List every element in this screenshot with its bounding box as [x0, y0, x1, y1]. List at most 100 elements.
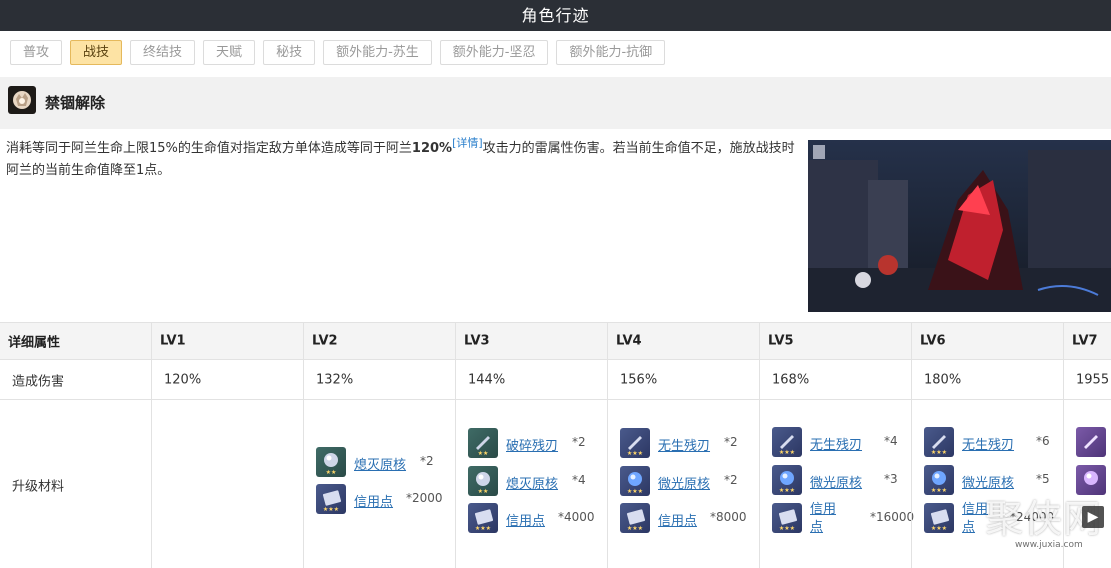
damage-label: 造成伤害	[12, 374, 65, 389]
materials-lv7	[1063, 400, 1111, 568]
material-item: ★★★ 无生残刃 *2	[620, 428, 760, 458]
material-name-link[interactable]: 信用点	[354, 491, 393, 510]
page-title: 角色行迹	[0, 0, 1111, 31]
material-name-link[interactable]: 信用点	[962, 501, 992, 537]
material-qty: *2	[572, 435, 586, 449]
material-name-link[interactable]: 信用点	[506, 510, 545, 529]
material-qty: *4	[572, 473, 586, 487]
tab-skill[interactable]: 战技	[70, 40, 123, 65]
tab-ultimate[interactable]: 终结技	[130, 40, 196, 65]
credit-card-icon: ★★★	[316, 484, 346, 514]
damage-value: 120%	[164, 372, 202, 387]
material-qty: *2	[724, 435, 738, 449]
material-name-link[interactable]: 无生残刃	[962, 434, 1014, 453]
level-header: LV2	[312, 333, 338, 349]
material-qty: *2000	[406, 491, 443, 505]
core-orb-icon: ★★★	[924, 465, 954, 495]
material-qty: *4000	[558, 510, 595, 524]
tab-bonus-revive[interactable]: 额外能力-苏生	[323, 40, 432, 65]
material-name-link[interactable]: 微光原核	[962, 472, 1014, 491]
tab-bonus-resist[interactable]: 额外能力-抗御	[556, 40, 666, 65]
material-qty: *24000	[1010, 510, 1055, 524]
material-name-link[interactable]: 熄灭原核	[506, 473, 558, 492]
credit-card-icon: ★★★	[468, 503, 498, 533]
materials-label: 升级材料	[12, 479, 65, 494]
damage-value: 1955	[1076, 372, 1110, 387]
material-qty: *8000	[710, 510, 747, 524]
attribute-table: 详细属性 LV1 LV2 LV3 LV4 LV5 LV6 LV7 造成伤害 12…	[0, 322, 1111, 568]
materials-lv5: ★★★ 无生残刃 *4 ★★★ 微光原核 *3 ★★★ 信用点 *16000	[759, 400, 915, 568]
material-item: ★★ 熄灭原核 *4	[468, 466, 608, 496]
damage-value: 132%	[316, 372, 354, 387]
level-header: LV3	[464, 333, 490, 349]
damage-value: 156%	[620, 372, 658, 387]
material-item: ★★★ 信用点 *8000	[620, 503, 760, 533]
broken-blade-icon: ★★	[468, 428, 498, 458]
skill-fist-icon	[8, 86, 36, 114]
core-orb-icon: ★★★	[620, 466, 650, 496]
desc-text-1: 消耗等同于阿兰生命上限15%的生命值对指定敌方单体造成等同于阿兰	[6, 141, 412, 156]
material-qty: *4	[884, 434, 898, 448]
tab-technique[interactable]: 秘技	[263, 40, 316, 65]
material-item: ★★★ 信用点 *2000	[316, 484, 456, 514]
material-item	[1076, 465, 1111, 495]
material-item: ★★★ 微光原核 *3	[772, 465, 912, 495]
skill-tab-bar: 普攻 战技 终结技 天赋 秘技 额外能力-苏生 额外能力-坚忍 额外能力-抗御	[10, 40, 666, 65]
material-qty: *2	[724, 473, 738, 487]
material-item: ★★ 破碎残刃 *2	[468, 428, 608, 458]
material-item: ★★★ 无生残刃 *6	[924, 427, 1064, 457]
materials-row: 升级材料 ★★ 熄灭原核 *2 ★★★ 信用点 *2000 ★★ 破碎残刃 *2	[0, 399, 1111, 568]
credit-card-icon: ★★★	[924, 503, 954, 533]
level-header: LV5	[768, 333, 794, 349]
material-item: ★★★ 信用点 *16000	[772, 502, 915, 535]
tab-basic-attack[interactable]: 普攻	[10, 40, 63, 65]
skill-description: 消耗等同于阿兰生命上限15%的生命值对指定敌方单体造成等同于阿兰120%[详情]…	[6, 138, 798, 182]
material-qty: *2	[420, 454, 434, 468]
material-item: ★★★ 信用点 *4000	[468, 503, 608, 533]
damage-row: 造成伤害 120% 132% 144% 156% 168% 180% 1955	[0, 359, 1111, 399]
material-qty: *16000	[870, 510, 915, 524]
material-name-link[interactable]: 无生残刃	[658, 435, 710, 454]
material-name-link[interactable]: 微光原核	[810, 472, 862, 491]
level-header: LV7	[1072, 333, 1098, 349]
table-header-row: 详细属性 LV1 LV2 LV3 LV4 LV5 LV6 LV7	[0, 322, 1111, 359]
materials-lv4: ★★★ 无生残刃 *2 ★★★ 微光原核 *2 ★★★ 信用点 *8000	[607, 400, 759, 568]
material-item	[1076, 427, 1111, 457]
skill-name: 禁锢解除	[45, 94, 106, 112]
broken-blade-icon	[1076, 427, 1106, 457]
tab-talent[interactable]: 天赋	[203, 40, 256, 65]
material-item: ★★★ 微光原核 *2	[620, 466, 760, 496]
material-name-link[interactable]: 无生残刃	[810, 434, 862, 453]
tab-bonus-endure[interactable]: 额外能力-坚忍	[439, 40, 549, 65]
material-item: ★★★ 微光原核 *5	[924, 465, 1064, 495]
material-item: ★★★ 无生残刃 *4	[772, 427, 912, 457]
material-name-link[interactable]: 信用点	[810, 501, 840, 537]
skill-preview-image	[808, 140, 1111, 312]
attr-header-label: 详细属性	[8, 335, 61, 351]
material-name-link[interactable]: 微光原核	[658, 473, 710, 492]
level-header: LV4	[616, 333, 642, 349]
materials-lv6: ★★★ 无生残刃 *6 ★★★ 微光原核 *5 ★★★ 信用点 *24000	[911, 400, 1063, 568]
material-qty: *6	[1036, 434, 1050, 448]
core-orb-icon	[1076, 465, 1106, 495]
material-name-link[interactable]: 信用点	[658, 510, 697, 529]
credit-card-icon: ★★★	[772, 503, 802, 533]
core-orb-icon: ★★★	[772, 465, 802, 495]
materials-lv1	[151, 400, 303, 568]
skill-header: 禁锢解除	[0, 77, 1111, 129]
next-arrow-icon[interactable]: ▶	[1082, 506, 1104, 528]
materials-lv2: ★★ 熄灭原核 *2 ★★★ 信用点 *2000	[303, 400, 455, 568]
broken-blade-icon: ★★★	[772, 427, 802, 457]
broken-blade-icon: ★★★	[620, 428, 650, 458]
core-orb-icon: ★★	[468, 466, 498, 496]
desc-damage-value: 120%	[411, 141, 453, 156]
broken-blade-icon: ★★★	[924, 427, 954, 457]
material-name-link[interactable]: 熄灭原核	[354, 454, 406, 473]
level-header: LV1	[160, 333, 186, 349]
detail-link[interactable]: [详情]	[452, 137, 483, 150]
core-orb-icon: ★★	[316, 447, 346, 477]
level-header: LV6	[920, 333, 946, 349]
credit-card-icon: ★★★	[620, 503, 650, 533]
material-qty: *5	[1036, 472, 1050, 486]
material-name-link[interactable]: 破碎残刃	[506, 435, 558, 454]
